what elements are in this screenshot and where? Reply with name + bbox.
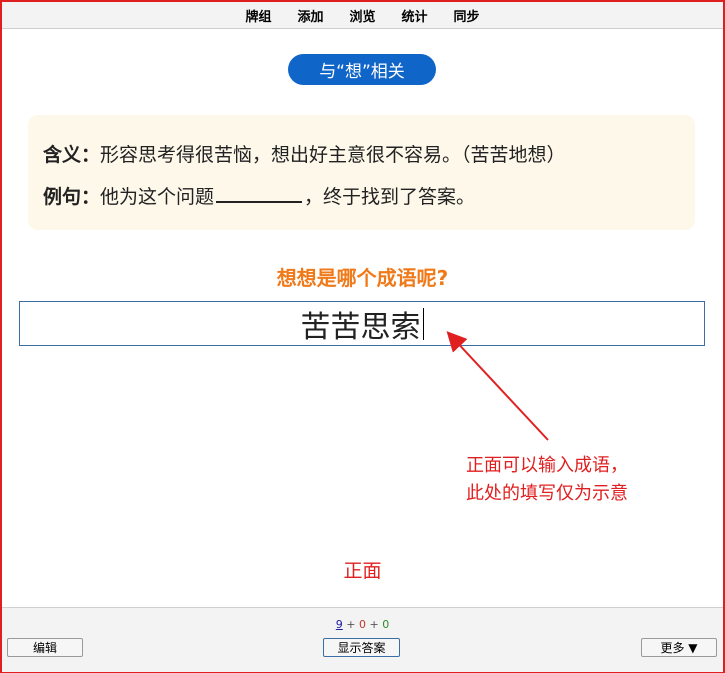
annotation-line-1: 正面可以输入成语，	[466, 455, 628, 476]
plus-sign: +	[369, 618, 379, 631]
count-learn: 0	[359, 618, 366, 631]
show-answer-button[interactable]: 显示答案	[323, 638, 400, 657]
plus-sign: +	[346, 618, 356, 631]
bottom-bar: 9 + 0 + 0 编辑 显示答案 更多 ▼	[2, 607, 723, 672]
count-new: 9	[335, 618, 343, 631]
edit-button[interactable]: 编辑	[7, 638, 83, 657]
count-review: 0	[382, 618, 390, 631]
annotation-note: 正面可以输入成语， 此处的填写仅为示意	[466, 452, 628, 508]
front-side-label: 正面	[343, 560, 382, 582]
annotation-line-2: 此处的填写仅为示意	[466, 483, 628, 504]
due-counts: 9 + 0 + 0	[2, 618, 723, 631]
more-button[interactable]: 更多 ▼	[641, 638, 717, 657]
